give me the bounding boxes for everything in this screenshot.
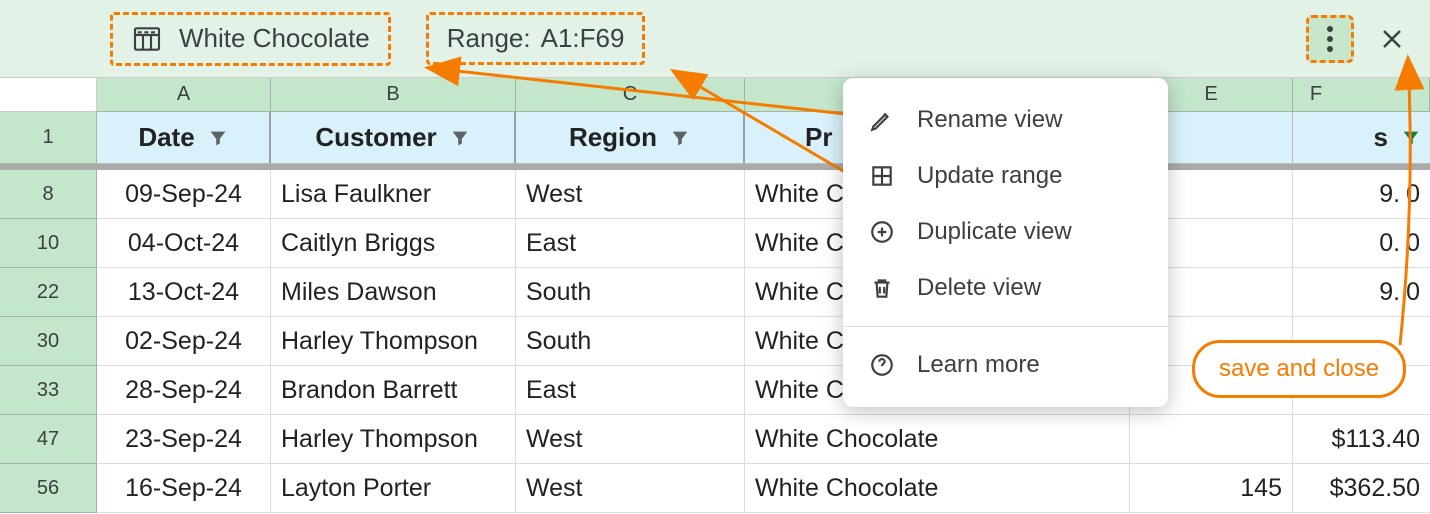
header-row: 1 Date Customer Region Pr s bbox=[0, 112, 1430, 164]
header-text: s bbox=[1374, 122, 1388, 153]
row-number[interactable]: 10 bbox=[0, 219, 97, 268]
cell-customer[interactable]: Harley Thompson bbox=[271, 317, 516, 366]
cell-qty[interactable]: 145 bbox=[1130, 464, 1293, 513]
header-text: Customer bbox=[315, 122, 436, 153]
filter-view-icon bbox=[131, 23, 163, 55]
cell-region[interactable]: West bbox=[516, 415, 745, 464]
header-cell-sales[interactable]: s bbox=[1293, 112, 1430, 164]
cell-customer[interactable]: Miles Dawson bbox=[271, 268, 516, 317]
cell-region[interactable]: West bbox=[516, 464, 745, 513]
row-number[interactable]: 47 bbox=[0, 415, 97, 464]
range-box[interactable]: Range: A1:F69 bbox=[426, 12, 646, 65]
filter-icon[interactable] bbox=[449, 127, 471, 149]
row-number[interactable]: 56 bbox=[0, 464, 97, 513]
cell-date[interactable]: 02-Sep-24 bbox=[97, 317, 271, 366]
cell-customer[interactable]: Layton Porter bbox=[271, 464, 516, 513]
row-number[interactable]: 8 bbox=[0, 170, 97, 219]
menu-item-learn-more[interactable]: Learn more bbox=[843, 337, 1168, 393]
header-text: Region bbox=[569, 122, 657, 153]
cell-date[interactable]: 28-Sep-24 bbox=[97, 366, 271, 415]
bar-actions bbox=[1306, 15, 1412, 63]
menu-label: Update range bbox=[917, 162, 1062, 190]
filter-icon[interactable] bbox=[1400, 127, 1422, 149]
cell-customer[interactable]: Lisa Faulkner bbox=[271, 170, 516, 219]
filter-icon[interactable] bbox=[207, 127, 229, 149]
cell-sales[interactable]: 9.0 bbox=[1293, 268, 1430, 317]
grid-icon bbox=[869, 163, 895, 189]
cell-customer[interactable]: Caitlyn Briggs bbox=[271, 219, 516, 268]
row-number[interactable]: 1 bbox=[0, 112, 97, 164]
cell-region[interactable]: East bbox=[516, 366, 745, 415]
header-text: Pr bbox=[805, 122, 832, 153]
cell-sales[interactable]: $362.50 bbox=[1293, 464, 1430, 513]
column-letter[interactable]: C bbox=[516, 78, 745, 112]
table-row: 56 16-Sep-24 Layton Porter West White Ch… bbox=[0, 464, 1430, 513]
range-label: Range: bbox=[447, 23, 531, 54]
cell-sales[interactable]: $113.40 bbox=[1293, 415, 1430, 464]
cell-region[interactable]: South bbox=[516, 317, 745, 366]
select-all-corner[interactable] bbox=[0, 78, 97, 112]
help-icon bbox=[869, 352, 895, 378]
table-row: 22 13-Oct-24 Miles Dawson South White Ch… bbox=[0, 268, 1430, 317]
header-cell-region[interactable]: Region bbox=[516, 112, 745, 164]
filter-view-bar: White Chocolate Range: A1:F69 bbox=[0, 0, 1430, 78]
cell-date[interactable]: 23-Sep-24 bbox=[97, 415, 271, 464]
close-icon bbox=[1380, 27, 1404, 51]
column-letter-text: F bbox=[1310, 83, 1322, 106]
cell-product[interactable]: White Chocolate bbox=[745, 464, 1130, 513]
cell-sales[interactable]: 0.0 bbox=[1293, 219, 1430, 268]
cell-customer[interactable]: Brandon Barrett bbox=[271, 366, 516, 415]
row-number[interactable]: 22 bbox=[0, 268, 97, 317]
menu-label: Rename view bbox=[917, 106, 1062, 134]
header-cell-date[interactable]: Date bbox=[97, 112, 271, 164]
cell-region[interactable]: East bbox=[516, 219, 745, 268]
column-letter[interactable]: A bbox=[97, 78, 271, 112]
column-letter[interactable]: B bbox=[271, 78, 516, 112]
table-row: 10 04-Oct-24 Caitlyn Briggs East White C… bbox=[0, 219, 1430, 268]
row-number[interactable]: 33 bbox=[0, 366, 97, 415]
header-cell-customer[interactable]: Customer bbox=[271, 112, 516, 164]
menu-item-update-range[interactable]: Update range bbox=[843, 148, 1168, 204]
filter-view-options-menu: Rename view Update range Duplicate view … bbox=[843, 78, 1168, 407]
menu-item-rename-view[interactable]: Rename view bbox=[843, 92, 1168, 148]
callout-save-close: save and close bbox=[1192, 340, 1406, 398]
range-value[interactable]: A1:F69 bbox=[541, 23, 625, 54]
column-letter[interactable]: F bbox=[1293, 78, 1430, 112]
cell-date[interactable]: 13-Oct-24 bbox=[97, 268, 271, 317]
table-row: 47 23-Sep-24 Harley Thompson West White … bbox=[0, 415, 1430, 464]
menu-label: Duplicate view bbox=[917, 218, 1072, 246]
filter-icon[interactable] bbox=[669, 127, 691, 149]
vertical-dots-icon bbox=[1326, 24, 1334, 54]
more-options-button[interactable] bbox=[1306, 15, 1354, 63]
trash-icon bbox=[869, 275, 895, 301]
cell-region[interactable]: West bbox=[516, 170, 745, 219]
cell-date[interactable]: 16-Sep-24 bbox=[97, 464, 271, 513]
menu-item-duplicate-view[interactable]: Duplicate view bbox=[843, 204, 1168, 260]
pencil-icon bbox=[869, 107, 895, 133]
cell-sales[interactable]: 9.0 bbox=[1293, 170, 1430, 219]
cell-product[interactable]: White Chocolate bbox=[745, 415, 1130, 464]
menu-label: Delete view bbox=[917, 274, 1041, 302]
cell-date[interactable]: 04-Oct-24 bbox=[97, 219, 271, 268]
close-filter-view-button[interactable] bbox=[1372, 19, 1412, 59]
cell-customer[interactable]: Harley Thompson bbox=[271, 415, 516, 464]
menu-label: Learn more bbox=[917, 351, 1040, 379]
duplicate-icon bbox=[869, 219, 895, 245]
view-name-box[interactable]: White Chocolate bbox=[110, 12, 391, 66]
header-text: Date bbox=[138, 122, 194, 153]
row-number[interactable]: 30 bbox=[0, 317, 97, 366]
column-letters-row: A B C D E F bbox=[0, 78, 1430, 112]
menu-divider bbox=[843, 326, 1168, 327]
cell-region[interactable]: South bbox=[516, 268, 745, 317]
cell-date[interactable]: 09-Sep-24 bbox=[97, 170, 271, 219]
view-name-text[interactable]: White Chocolate bbox=[179, 23, 370, 54]
table-row: 8 09-Sep-24 Lisa Faulkner West White Cho… bbox=[0, 170, 1430, 219]
cell-qty[interactable] bbox=[1130, 415, 1293, 464]
menu-item-delete-view[interactable]: Delete view bbox=[843, 260, 1168, 316]
